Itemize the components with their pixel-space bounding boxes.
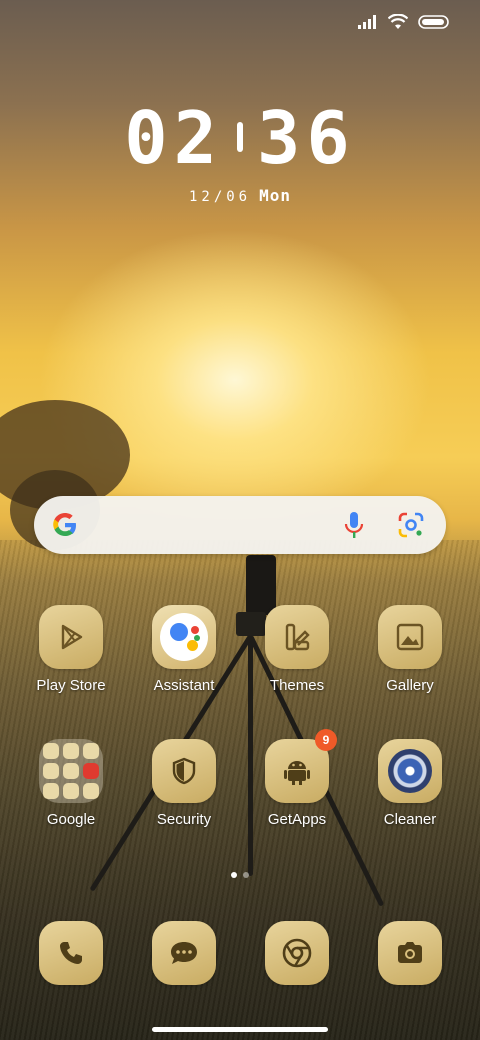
messages-icon (152, 921, 216, 985)
app-themes[interactable]: Themes (241, 605, 353, 694)
date-text: 12/06 (188, 189, 252, 205)
app-label: Assistant (153, 677, 215, 694)
themes-icon (265, 605, 329, 669)
folder-google[interactable]: Google (15, 739, 127, 828)
app-assistant[interactable]: Assistant (128, 605, 240, 694)
dock-messages[interactable] (128, 921, 240, 985)
chrome-icon (265, 921, 329, 985)
camera-icon (378, 921, 442, 985)
app-label: Play Store (36, 677, 106, 694)
clock-minutes: 36 (257, 96, 356, 180)
getapps-icon: 9 (265, 729, 337, 803)
app-label: Google (46, 811, 96, 828)
play-store-icon (39, 605, 103, 669)
maps-mini-icon (43, 763, 59, 779)
app-play-store[interactable]: Play Store (15, 605, 127, 694)
drive-mini-icon (63, 763, 79, 779)
app-label: GetApps (267, 811, 327, 828)
google-folder-icon (39, 739, 103, 803)
clock-hours: 02 (124, 96, 223, 180)
wifi-icon (388, 14, 408, 29)
files-mini-icon (83, 783, 99, 799)
dock-camera[interactable] (354, 921, 466, 985)
cleaner-icon (378, 739, 442, 803)
photos-mini-icon (63, 783, 79, 799)
chrome-mini-icon (63, 743, 79, 759)
home-gesture-bar[interactable] (152, 1027, 328, 1032)
page-indicator[interactable] (0, 872, 480, 878)
app-label: Gallery (386, 677, 434, 694)
battery-icon (418, 15, 449, 29)
page-dot (243, 872, 249, 878)
notification-badge: 9 (315, 729, 337, 751)
google-logo-icon (53, 513, 76, 536)
google-app-mini-icon (43, 743, 59, 759)
app-label: Security (156, 811, 212, 828)
security-icon (152, 739, 216, 803)
microphone-icon[interactable] (340, 510, 368, 540)
gallery-icon (378, 605, 442, 669)
app-getapps[interactable]: 9 GetApps (241, 729, 353, 828)
clock-separator (237, 122, 243, 153)
page-dot-active (231, 872, 237, 878)
clock-date: 12/06 Mon (0, 186, 480, 205)
meet-mini-icon (43, 783, 59, 799)
clock-widget[interactable]: 02 36 12/06 Mon (0, 100, 480, 205)
youtube-mini-icon (83, 763, 99, 779)
dock-chrome[interactable] (241, 921, 353, 985)
phone-icon (39, 921, 103, 985)
app-cleaner[interactable]: Cleaner (354, 739, 466, 828)
signal-icon (358, 15, 376, 29)
gmail-mini-icon (83, 743, 99, 759)
day-text: Mon (259, 186, 292, 205)
google-search-bar[interactable] (34, 496, 446, 554)
status-bar (358, 14, 450, 30)
app-gallery[interactable]: Gallery (354, 605, 466, 694)
google-lens-icon[interactable] (396, 510, 426, 540)
app-security[interactable]: Security (128, 739, 240, 828)
assistant-icon (152, 605, 216, 669)
clock-time: 02 36 (0, 100, 480, 176)
app-label: Cleaner (383, 811, 437, 828)
app-label: Themes (269, 677, 325, 694)
dock-phone[interactable] (15, 921, 127, 985)
